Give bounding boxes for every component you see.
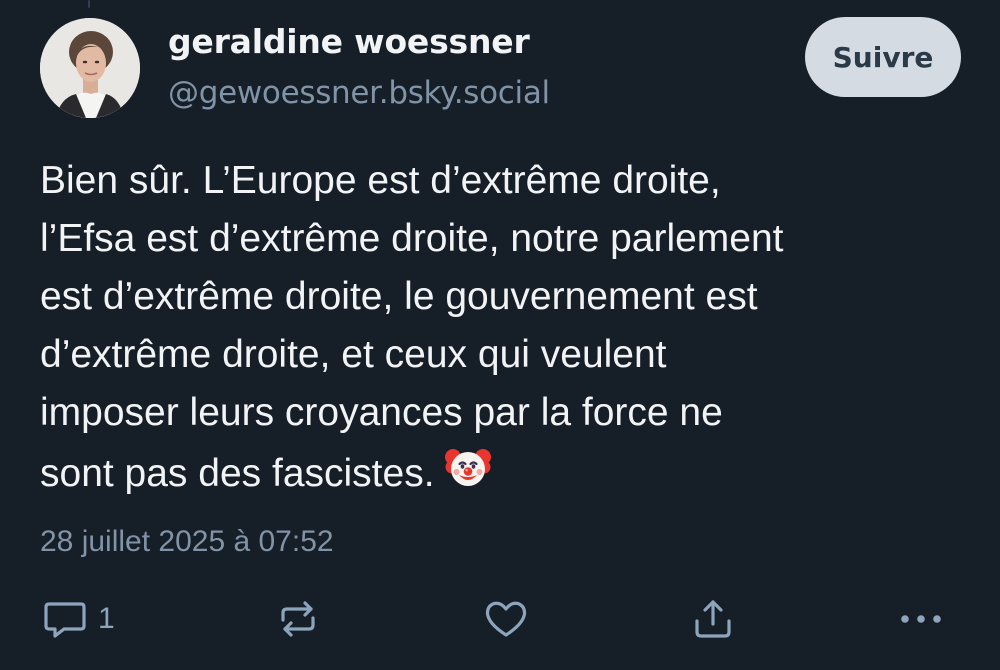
more-options-button[interactable] [896,594,946,644]
repost-icon [273,594,323,644]
reply-count: 1 [98,602,115,635]
like-button[interactable] [481,594,531,644]
like-icon [481,594,531,644]
post-text-line-last: sont pas des fascistes. [40,442,960,503]
post-text-line: d’extrême droite, et ceux qui veulent [40,333,667,376]
share-icon [688,594,738,644]
post-text-line: l’Efsa est d’extrême droite, notre parle… [40,217,784,260]
post-text: Bien sûr. L’Europe est d’extrême droite,… [40,152,960,503]
avatar[interactable] [40,18,140,118]
more-icon [896,594,946,644]
post-timestamp[interactable]: 28 juillet 2025 à 07:52 [40,525,334,559]
post-text-line: imposer leurs croyances par la force ne [40,391,723,434]
author-display-name[interactable]: geraldine woessner [168,22,530,61]
reply-button[interactable]: 1 [40,594,115,644]
repost-button[interactable] [273,594,323,644]
reply-icon [40,594,90,644]
post-text-line: Bien sûr. L’Europe est d’extrême droite, [40,159,721,202]
follow-button[interactable]: Suivre [805,17,961,97]
clown-face-icon [443,442,493,492]
thread-connector-line [88,0,90,8]
share-button[interactable] [688,594,738,644]
post-text-line-content: sont pas des fascistes. [40,452,435,495]
author-handle[interactable]: @gewoessner.bsky.social [168,75,550,111]
avatar-portrait [40,18,140,118]
post-text-line: est d’extrême droite, le gouvernement es… [40,275,758,318]
